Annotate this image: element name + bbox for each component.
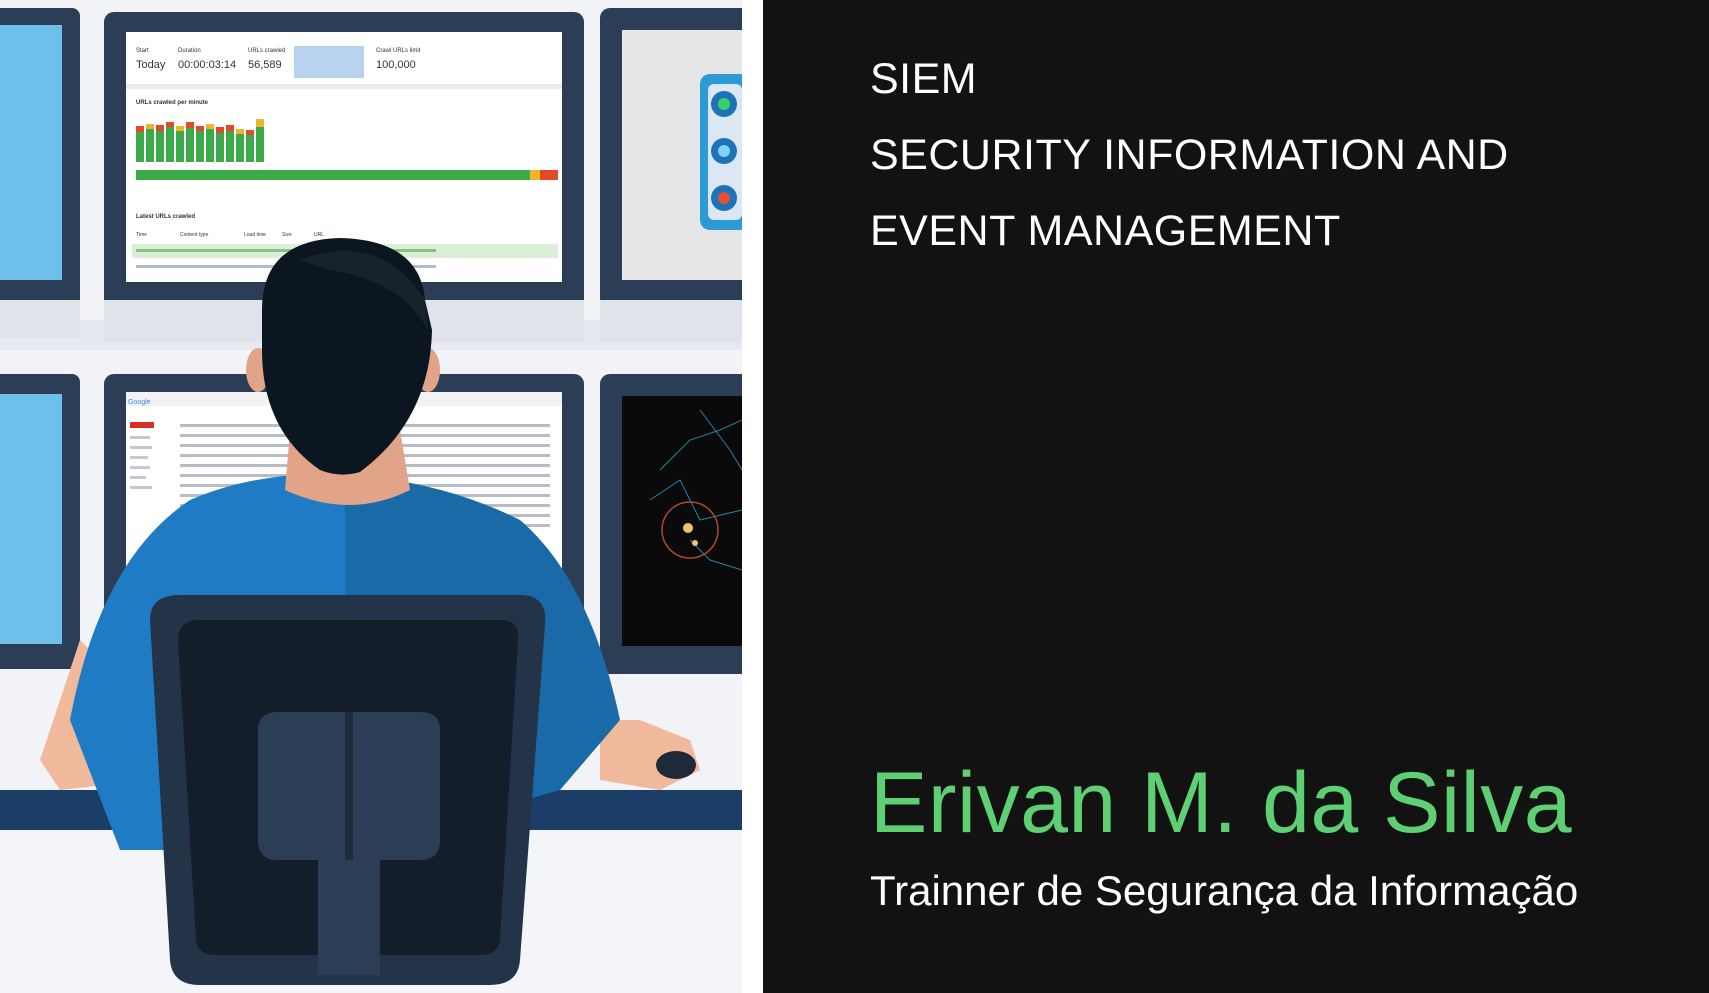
- table-title: Latest URLs crawled: [136, 214, 195, 220]
- stat-limit-label: Crawl URLs limit: [376, 48, 421, 54]
- stat-duration-label: Duration: [178, 48, 201, 54]
- stat-start-value: Today: [136, 59, 166, 71]
- table-header-content: Content type: [180, 232, 209, 238]
- monitor-top-left: [0, 8, 80, 338]
- stat-limit-value: 100,000: [376, 59, 416, 71]
- table-header-size: Size: [282, 232, 292, 238]
- divider: [742, 0, 763, 993]
- monitor-top-right: [600, 8, 742, 342]
- monitor-bottom-right: [600, 374, 742, 674]
- table-header-url: URL: [314, 232, 324, 238]
- stat-start-label: Start: [136, 48, 149, 54]
- title-line-event-management: EVENT MANAGEMENT: [870, 207, 1341, 255]
- table-header-load: Load time: [244, 232, 266, 238]
- stat-urls-label: URLs crawled: [248, 48, 285, 54]
- table-header-time: Time: [136, 232, 147, 238]
- illustration: Start Today Duration 00:00:03:14 URLs cr…: [0, 0, 742, 993]
- monitor-bottom-left: [0, 374, 80, 669]
- title-line-siem: SIEM: [870, 55, 978, 103]
- author-role: Trainner de Segurança da Informação: [870, 867, 1579, 914]
- stat-urls-value: 56,589: [248, 59, 282, 71]
- soc-analyst-illustration: Start Today Duration 00:00:03:14 URLs cr…: [0, 0, 742, 993]
- email-logo: Google: [128, 399, 151, 406]
- computer-mouse: [656, 751, 696, 779]
- chart-title: URLs crawled per minute: [136, 100, 209, 106]
- title-line-security-information: SECURITY INFORMATION AND: [870, 131, 1509, 179]
- title-panel: SIEM SECURITY INFORMATION AND EVENT MANA…: [763, 0, 1709, 993]
- stat-duration-value: 00:00:03:14: [178, 59, 236, 71]
- author-name: Erivan M. da Silva: [870, 755, 1573, 851]
